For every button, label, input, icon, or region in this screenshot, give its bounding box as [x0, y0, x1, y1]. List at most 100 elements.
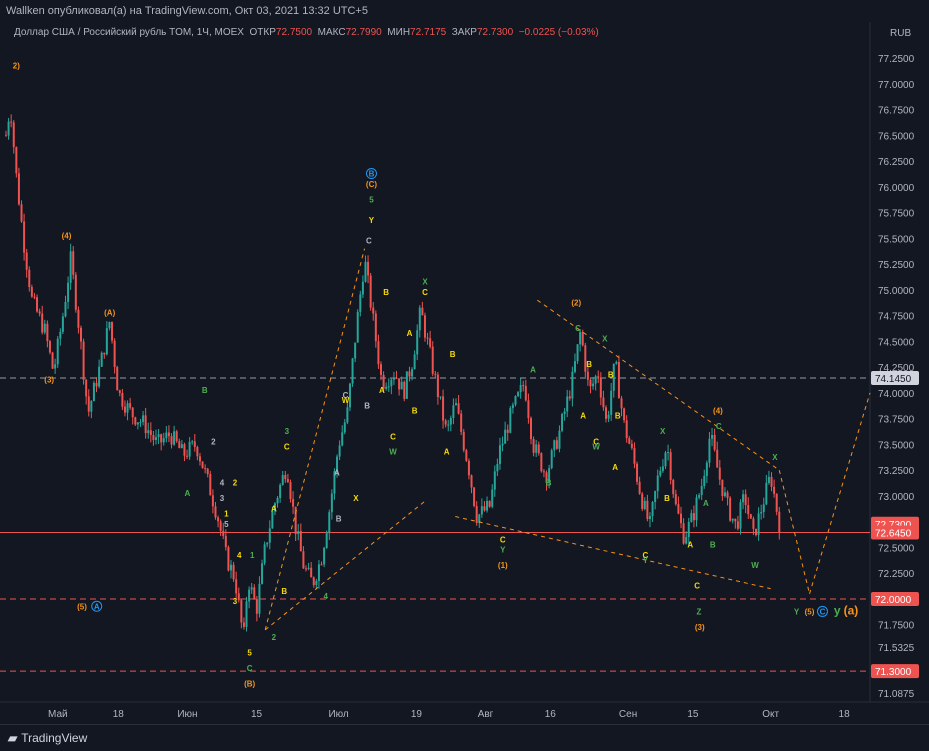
- wave-trend-line: [778, 470, 811, 594]
- candle-body: [209, 474, 212, 496]
- wave-label: B: [546, 479, 552, 488]
- high-value: 72.7990: [345, 27, 382, 38]
- wave-label: C: [284, 443, 290, 452]
- candle-body: [522, 385, 525, 387]
- candle-body: [95, 382, 98, 387]
- candle-body: [561, 414, 564, 431]
- candle-body: [222, 530, 225, 536]
- wave-label: B: [412, 407, 418, 416]
- wave-label: X: [772, 453, 778, 462]
- tradingview-logo[interactable]: ▰ TradingView: [8, 731, 87, 745]
- candle-body: [687, 521, 690, 538]
- wave-label: B: [450, 350, 456, 359]
- candle-body: [139, 421, 142, 423]
- y-tick-label: 75.7500: [878, 209, 915, 220]
- candle-body: [121, 392, 124, 407]
- candle-body: [351, 358, 354, 384]
- candle-body: [506, 429, 509, 433]
- candle-body: [726, 492, 729, 498]
- candle-body: [511, 404, 514, 409]
- candle-body: [527, 400, 530, 419]
- candle-body: [467, 460, 470, 476]
- candle-body: [245, 601, 248, 627]
- wave-label: B: [383, 288, 389, 297]
- candle-body: [186, 455, 189, 457]
- candle-body: [100, 352, 103, 367]
- wave-label: B: [710, 540, 716, 549]
- candle-body: [568, 396, 571, 399]
- candle-body: [173, 431, 176, 445]
- wave-trend-line: [264, 500, 426, 631]
- wave-label: (2): [571, 298, 581, 307]
- candle-body: [760, 511, 763, 514]
- candle-body: [501, 443, 504, 446]
- candle-body: [659, 470, 662, 476]
- candle-body: [385, 386, 388, 389]
- y-tick-label: 72.2500: [878, 569, 915, 580]
- candle-body: [276, 497, 279, 504]
- y-tick-label: 74.0000: [878, 389, 915, 400]
- candle-body: [77, 309, 80, 328]
- close-value: 72.7300: [476, 27, 514, 38]
- candle-body: [134, 417, 137, 425]
- wave-label: (B): [244, 680, 255, 689]
- candle-body: [599, 378, 602, 398]
- footer-bar: ▰ TradingView: [0, 724, 929, 751]
- candle-body: [214, 506, 217, 518]
- wave-label: C: [366, 237, 372, 246]
- candle-body: [752, 518, 755, 529]
- wave-label: W: [751, 561, 759, 570]
- low-value: 72.7175: [410, 27, 447, 38]
- candle-body: [217, 517, 220, 522]
- open-label: ОТКР: [249, 27, 276, 38]
- candle-body: [5, 135, 7, 137]
- price-chart[interactable]: RUB 77.2500 77.0000 76.7500 76.5000 76.2500 76…: [0, 22, 929, 724]
- wave-label: B: [364, 401, 370, 410]
- candle-body: [731, 518, 734, 521]
- candle-body: [232, 564, 235, 580]
- candle-body: [749, 514, 752, 519]
- candle-body: [10, 121, 13, 123]
- candle-body: [250, 587, 253, 590]
- candle-body: [418, 307, 421, 331]
- candle-body: [38, 311, 41, 314]
- candle-body: [17, 173, 20, 205]
- candle-body: [739, 502, 742, 529]
- candle-body: [592, 383, 595, 387]
- candle-body: [698, 495, 701, 498]
- candle-body: [33, 296, 36, 298]
- wave-label: X: [602, 334, 608, 343]
- candle-body: [767, 476, 770, 483]
- candle-body: [723, 492, 726, 497]
- x-tick-label: Авг: [478, 709, 494, 720]
- candle-body: [201, 461, 204, 469]
- candle-body: [667, 452, 670, 454]
- candle-body: [692, 513, 695, 521]
- candle-body: [281, 475, 284, 485]
- candle-body: [191, 441, 194, 443]
- candle-body: [346, 407, 349, 423]
- candle-body: [323, 547, 326, 565]
- wave-label: X: [353, 494, 359, 503]
- candle-body: [617, 361, 620, 399]
- candle-body: [98, 366, 101, 387]
- candle-body: [377, 341, 380, 365]
- candle-body: [716, 449, 719, 468]
- close-label: ЗАКР: [451, 27, 477, 38]
- candle-body: [713, 435, 716, 450]
- candle-body: [167, 432, 170, 437]
- candle-body: [147, 430, 150, 434]
- candle-body: [242, 622, 245, 627]
- candle-body: [636, 463, 639, 482]
- candle-body: [248, 589, 251, 602]
- candle-body: [28, 269, 31, 288]
- candle-body: [160, 434, 163, 443]
- candle-body: [240, 600, 243, 623]
- candle-body: [416, 330, 419, 355]
- wave-label: A: [379, 386, 385, 395]
- candle-body: [762, 504, 765, 512]
- candle-body: [576, 344, 579, 362]
- candle-body: [742, 494, 745, 503]
- wave-label: 2: [211, 437, 216, 446]
- candle-body: [152, 435, 155, 440]
